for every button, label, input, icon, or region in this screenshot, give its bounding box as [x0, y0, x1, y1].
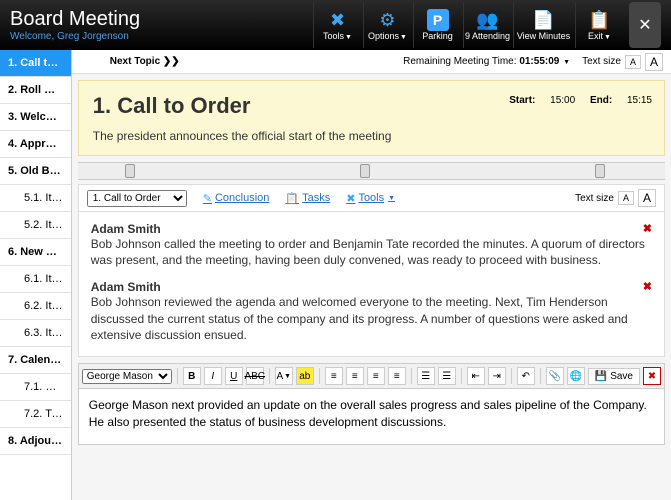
strike-button[interactable]: ABC — [246, 367, 264, 385]
conclusion-link[interactable]: ✎Conclusion — [203, 192, 270, 205]
textsize-small-button[interactable]: A — [625, 55, 641, 69]
agenda-sidebar: 1. Call to Order2. Roll Call3. Welcome4.… — [0, 50, 72, 500]
textsize-control: Text size A A — [575, 189, 656, 207]
note-text: Bob Johnson called the meeting to order … — [91, 236, 652, 268]
align-justify-button[interactable]: ≡ — [388, 367, 406, 385]
parking-icon: P — [427, 9, 449, 31]
indent-button[interactable]: ⇥ — [488, 367, 506, 385]
exit-icon: 📋 — [588, 9, 610, 31]
note-item: ✖Adam SmithBob Johnson reviewed the agen… — [91, 280, 652, 343]
sidebar-item[interactable]: 3. Welcome — [0, 104, 71, 131]
next-topic-button[interactable]: Next Topic ❯❯ — [80, 56, 403, 67]
topic-select[interactable]: 1. Call to Order — [87, 190, 187, 207]
timeline-slider[interactable] — [78, 162, 665, 180]
tools-icon: ✖ — [330, 9, 345, 31]
sidebar-item[interactable]: 6.3. Item 3 — [0, 320, 71, 347]
slider-handle-icon[interactable] — [125, 164, 135, 178]
disk-icon: 💾 — [595, 371, 607, 382]
undo-button[interactable]: ↶ — [517, 367, 535, 385]
sidebar-item[interactable]: 4. Approval of Minutes fr... — [0, 131, 71, 158]
slider-handle-icon[interactable] — [360, 164, 370, 178]
bold-button[interactable]: B — [183, 367, 201, 385]
align-center-button[interactable]: ≡ — [346, 367, 364, 385]
slider-handle-icon[interactable] — [595, 164, 605, 178]
sidebar-item[interactable]: 7.1. Upcoming Events — [0, 374, 71, 401]
sliders-icon: ⚙ — [379, 9, 395, 31]
view-minutes-button[interactable]: 📄View Minutes — [513, 2, 573, 48]
conclusion-icon: ✎ — [203, 192, 212, 205]
italic-button[interactable]: I — [204, 367, 222, 385]
textsize-small-button[interactable]: A — [618, 191, 634, 205]
parking-button[interactable]: PParking — [413, 2, 461, 48]
author-select[interactable]: George Mason — [82, 369, 172, 384]
sidebar-item[interactable]: 5. Old Business — [0, 158, 71, 185]
note-editor: George Mason B I U ABC A▼ ab ≡ ≡ ≡ ≡ ☰ ☰… — [78, 363, 665, 445]
topic-description: The president announces the official sta… — [93, 129, 650, 143]
underline-button[interactable]: U — [225, 367, 243, 385]
content-pane: Next Topic ❯❯ Remaining Meeting Time: 01… — [72, 50, 671, 500]
sidebar-item[interactable]: 2. Roll Call — [0, 77, 71, 104]
align-right-button[interactable]: ≡ — [367, 367, 385, 385]
wrench-icon: ✖ — [346, 192, 355, 205]
content-topbar: Next Topic ❯❯ Remaining Meeting Time: 01… — [72, 50, 671, 74]
editor-textarea[interactable]: George Mason next provided an update on … — [78, 389, 665, 445]
note-author: Adam Smith — [91, 222, 652, 236]
note-text: Bob Johnson reviewed the agenda and welc… — [91, 294, 652, 343]
notes-toolbar: 1. Call to Order ✎Conclusion 📋Tasks ✖Too… — [78, 184, 665, 212]
sidebar-item[interactable]: 7. Calendar — [0, 347, 71, 374]
topic-banner: Start: 15:00 End: 15:15 1. Call to Order… — [78, 80, 665, 156]
globe-button[interactable]: 🌐 — [567, 367, 585, 385]
delete-note-button[interactable]: ✖ — [643, 280, 652, 293]
page-title: Board Meeting — [10, 8, 313, 31]
close-button[interactable]: ✕ — [629, 2, 661, 48]
align-left-button[interactable]: ≡ — [325, 367, 343, 385]
sidebar-item[interactable]: 1. Call to Order — [0, 50, 71, 77]
header-left: Board Meeting Welcome, Greg Jorgenson — [10, 8, 313, 42]
main-area: 1. Call to Order2. Roll Call3. Welcome4.… — [0, 50, 671, 500]
welcome-text: Welcome, Greg Jorgenson — [10, 31, 313, 42]
options-button[interactable]: ⚙Options▼ — [363, 2, 411, 48]
textsize-control: Text size A A — [582, 53, 663, 71]
notes-list: ✖Adam SmithBob Johnson called the meetin… — [78, 212, 665, 357]
textsize-large-button[interactable]: A — [638, 189, 656, 207]
sidebar-item[interactable]: 7.2. Time of Next Meeting — [0, 401, 71, 428]
sidebar-item[interactable]: 6.1. Item 1 — [0, 266, 71, 293]
people-icon: 👥 — [476, 9, 498, 31]
sidebar-item[interactable]: 6.2. Item 2 — [0, 293, 71, 320]
save-button[interactable]: 💾Save — [588, 368, 640, 385]
tasks-icon: 📋 — [285, 192, 299, 205]
cancel-button[interactable]: ✖ — [643, 367, 661, 385]
sidebar-item[interactable]: 6. New Business — [0, 239, 71, 266]
bullet-list-button[interactable]: ☰ — [417, 367, 435, 385]
document-icon: 📄 — [532, 9, 554, 31]
tools-link[interactable]: ✖Tools ▼ — [346, 192, 395, 205]
note-author: Adam Smith — [91, 280, 652, 294]
tasks-link[interactable]: 📋Tasks — [285, 192, 330, 205]
close-icon: ✕ — [638, 15, 651, 35]
exit-button[interactable]: 📋Exit▼ — [575, 2, 623, 48]
note-item: ✖Adam SmithBob Johnson called the meetin… — [91, 222, 652, 268]
number-list-button[interactable]: ☰ — [438, 367, 456, 385]
attending-button[interactable]: 👥9 Attending — [463, 2, 511, 48]
topic-times: Start: 15:00 End: 15:15 — [497, 95, 652, 106]
sidebar-item[interactable]: 5.2. Item 2 — [0, 212, 71, 239]
sidebar-item[interactable]: 5.1. Item 1 — [0, 185, 71, 212]
header-toolbar: ✖Tools▼ ⚙Options▼ PParking 👥9 Attending … — [313, 2, 661, 48]
outdent-button[interactable]: ⇤ — [467, 367, 485, 385]
sidebar-item[interactable]: 8. Adjournment — [0, 428, 71, 455]
attach-button[interactable]: 📎 — [546, 367, 564, 385]
highlight-button[interactable]: ab — [296, 367, 314, 385]
app-header: Board Meeting Welcome, Greg Jorgenson ✖T… — [0, 0, 671, 50]
textsize-large-button[interactable]: A — [645, 53, 663, 71]
text-color-button[interactable]: A▼ — [275, 367, 293, 385]
delete-note-button[interactable]: ✖ — [643, 222, 652, 235]
remaining-time: Remaining Meeting Time: 01:55:09 ▼ — [403, 56, 570, 67]
editor-toolbar: George Mason B I U ABC A▼ ab ≡ ≡ ≡ ≡ ☰ ☰… — [78, 363, 665, 389]
tools-button[interactable]: ✖Tools▼ — [313, 2, 361, 48]
